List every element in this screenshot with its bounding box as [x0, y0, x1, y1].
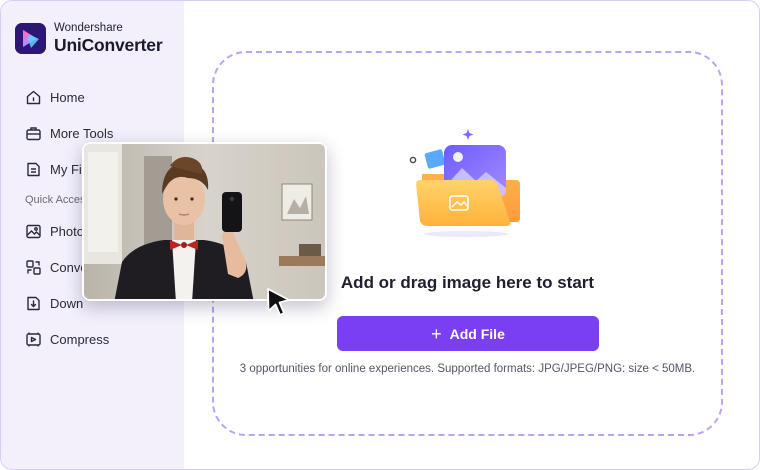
convert-icon	[25, 259, 42, 276]
add-file-button[interactable]: + Add File	[337, 316, 599, 351]
sidebar-item-label: Down	[50, 295, 84, 311]
sidebar-item-label: Compress	[50, 331, 110, 347]
folder-image-illustration-icon	[406, 126, 524, 238]
plus-icon: +	[431, 323, 442, 344]
cursor-arrow-icon	[265, 287, 293, 317]
brand-product: UniConverter	[54, 34, 163, 55]
sidebar-item-label: More Tools	[50, 125, 114, 141]
sidebar-item-label: Photo	[50, 223, 84, 239]
dragged-photo-thumbnail[interactable]	[82, 142, 327, 301]
image-icon	[25, 223, 42, 240]
brand-company: Wondershare	[54, 22, 123, 34]
toolbox-icon	[25, 125, 42, 142]
add-file-label: Add File	[449, 325, 505, 342]
compress-icon	[25, 331, 42, 348]
sidebar-item-label: My Fil	[50, 161, 85, 177]
download-icon	[25, 295, 42, 312]
app-window: Wondershare UniConverter Home More Tools…	[0, 0, 760, 470]
home-icon	[25, 89, 42, 106]
files-icon	[25, 161, 42, 178]
sidebar-item-compress[interactable]: Compress	[1, 321, 184, 357]
sidebar-item-label: Home	[50, 89, 85, 105]
uniconverter-logo-icon	[15, 23, 46, 54]
sidebar-item-home[interactable]: Home	[1, 79, 184, 115]
brand: Wondershare UniConverter	[15, 22, 163, 55]
supported-formats-note: 3 opportunities for online experiences. …	[239, 363, 696, 375]
